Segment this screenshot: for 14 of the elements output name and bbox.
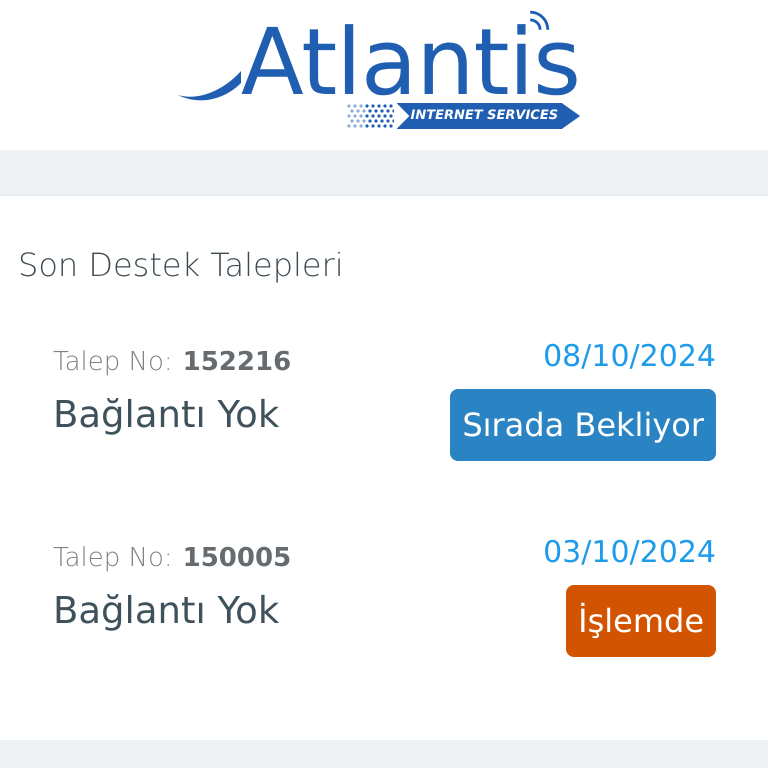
ticket-number-label: Talep No: — [53, 346, 173, 379]
ticket-number: 152216 — [182, 346, 292, 379]
status-tag: İşlemde — [566, 585, 716, 657]
ticket-subject: Bağlantı Yok — [53, 589, 280, 633]
ticket-date: 03/10/2024 — [543, 535, 716, 571]
ticket-date: 08/10/2024 — [543, 339, 716, 375]
dot-pattern-icon — [346, 103, 394, 129]
section-title: Son Destek Talepleri — [17, 245, 345, 285]
ticket-subject: Bağlantı Yok — [53, 393, 280, 437]
ticket-number-label: Talep No: — [53, 542, 173, 575]
status-tag: Sırada Bekliyor — [450, 389, 716, 461]
logo-tagline: INTERNET SERVICES — [396, 103, 580, 129]
ticket-number: 150005 — [182, 542, 292, 575]
logo-wordmark: Atlantis — [240, 23, 580, 103]
